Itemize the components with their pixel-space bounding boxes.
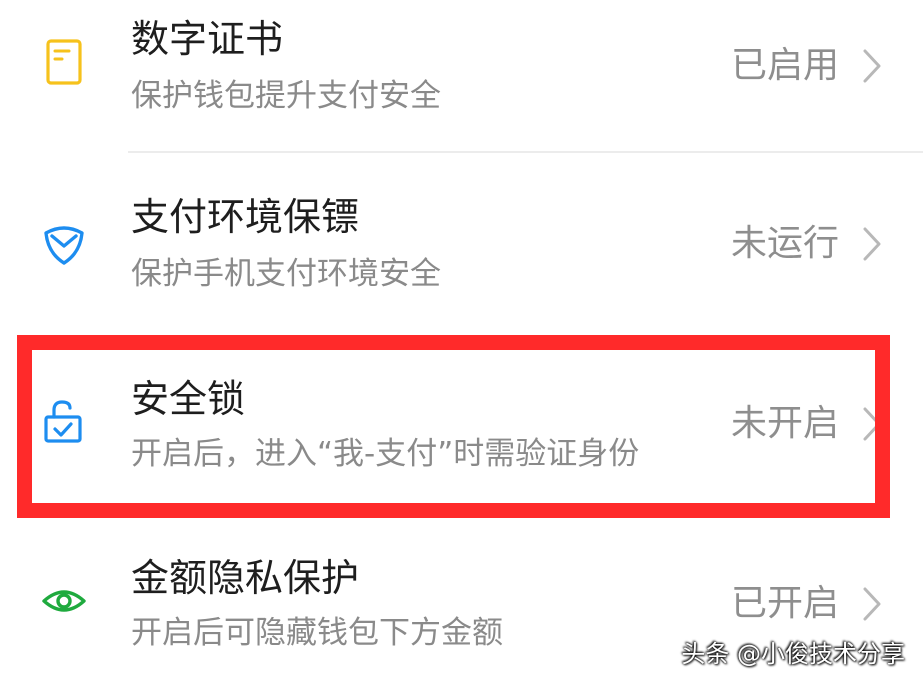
- item-title: 安全锁: [131, 377, 246, 421]
- status-text: 未运行: [730, 223, 839, 264]
- settings-item-payment-guard[interactable]: 支付环境保镖 保护手机支付环境安全 未运行: [0, 153, 923, 333]
- watermark: 头条 @小俊技术分享: [681, 640, 905, 668]
- item-subtitle: 开启后，进入“我-支付”时需验证身份: [131, 436, 640, 472]
- item-subtitle: 保护钱包提升支付安全: [131, 78, 441, 114]
- shield-icon: [40, 219, 88, 267]
- chevron-right-icon: [861, 405, 883, 443]
- settings-item-security-lock[interactable]: 安全锁 开启后，进入“我-支付”时需验证身份 未开启: [0, 333, 923, 520]
- status-text: 未开启: [730, 403, 839, 444]
- certificate-icon: [40, 38, 88, 86]
- settings-item-digital-certificate[interactable]: 数字证书 保护钱包提升支付安全 已启用: [0, 0, 923, 152]
- item-title: 支付环境保镖: [131, 195, 360, 239]
- chevron-right-icon: [861, 225, 883, 263]
- item-title: 数字证书: [131, 17, 284, 61]
- lock-icon: [40, 397, 88, 445]
- item-subtitle: 保护手机支付环境安全: [131, 256, 441, 292]
- eye-icon: [40, 577, 88, 625]
- status-text: 已开启: [730, 583, 839, 624]
- chevron-right-icon: [861, 585, 883, 623]
- chevron-right-icon: [861, 47, 883, 85]
- item-subtitle: 开启后可隐藏钱包下方金额: [131, 615, 503, 651]
- status-text: 已启用: [730, 45, 839, 86]
- item-title: 金额隐私保护: [131, 556, 360, 600]
